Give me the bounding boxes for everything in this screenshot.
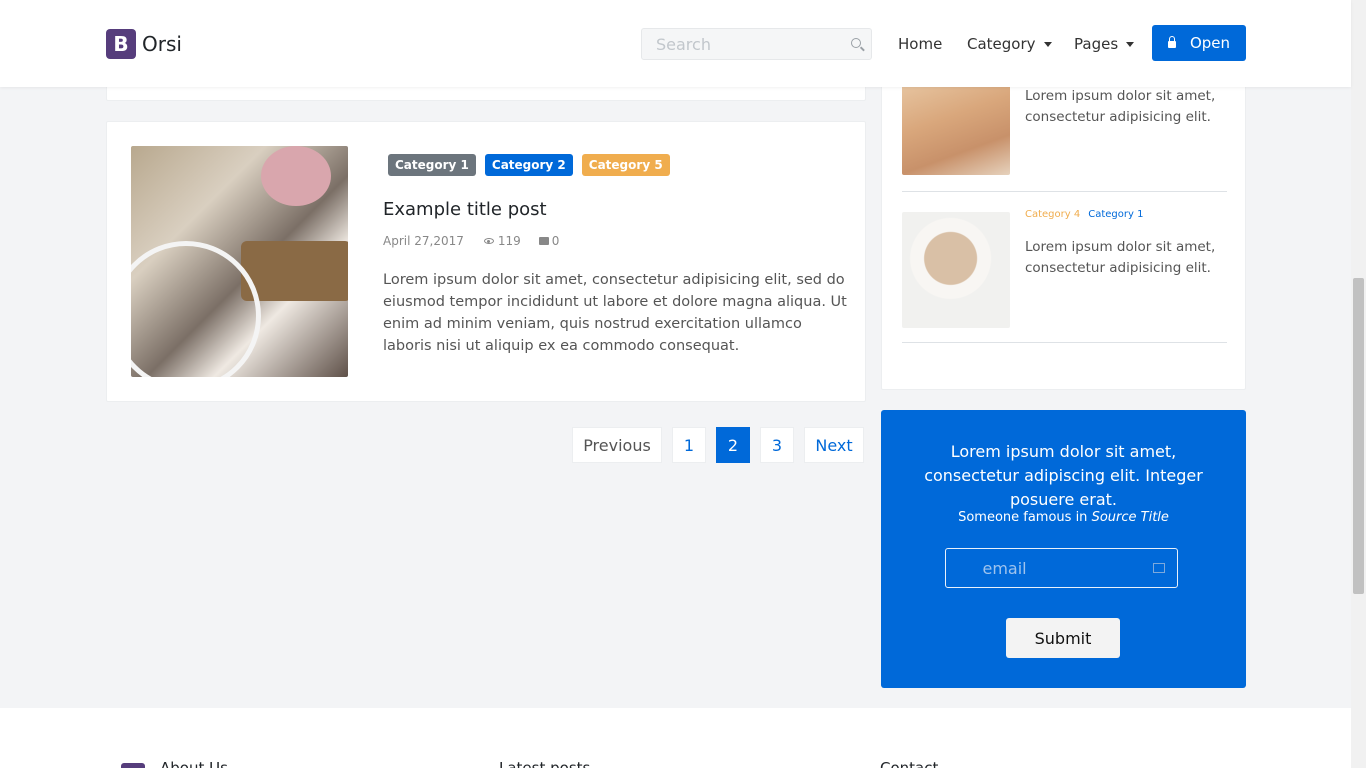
brand[interactable]: B Orsi <box>106 29 182 59</box>
sidebar-post-text[interactable]: Lorem ipsum dolor sit amet, consectetur … <box>1025 237 1230 279</box>
previous-page-button[interactable]: Previous <box>572 427 662 463</box>
pagination: Previous 1 2 3 Next <box>572 427 864 463</box>
sidebar-post-text[interactable]: Lorem ipsum dolor sit amet, consectetur … <box>1025 86 1230 128</box>
sidebar-post-categories: Category 4 Category 1 <box>1025 209 1143 220</box>
post-meta: April 27,2017 119 0 <box>383 234 559 248</box>
brand-logo: B <box>106 29 136 59</box>
quote-text: Lorem ipsum dolor sit amet, consectetur … <box>924 442 1203 509</box>
nav-home[interactable]: Home <box>898 35 942 53</box>
category-badge[interactable]: Category 1 <box>388 154 476 176</box>
hat-shape <box>261 146 331 206</box>
chevron-down-icon <box>1043 42 1052 47</box>
post-excerpt: Lorem ipsum dolor sit amet, consectetur … <box>383 272 847 354</box>
post-card: Category 1 Category 2 Category 5 Example… <box>106 121 866 402</box>
category-link[interactable]: Category 1 <box>1088 209 1143 220</box>
email-field[interactable] <box>966 549 1157 587</box>
email-field-box <box>945 548 1178 588</box>
search-icon[interactable] <box>851 38 861 48</box>
brand-name: Orsi <box>142 32 182 56</box>
footer: About Us Latest posts Contact <box>0 708 1351 768</box>
newsletter-card: Lorem ipsum dolor sit amet, consectetur … <box>881 410 1246 688</box>
nav-pages-label: Pages <box>1074 35 1119 53</box>
page-button-3[interactable]: 3 <box>760 427 794 463</box>
nav-category-label: Category <box>967 35 1036 53</box>
search-input[interactable] <box>642 29 832 59</box>
footer-heading: About Us <box>160 760 228 768</box>
submit-button[interactable]: Submit <box>1006 618 1120 658</box>
search-box <box>641 28 872 60</box>
chevron-down-icon <box>1126 42 1135 47</box>
post-date: April 27,2017 <box>383 234 464 248</box>
comment-count: 0 <box>551 234 560 248</box>
view-count: 119 <box>497 234 521 248</box>
post-image[interactable] <box>131 146 348 377</box>
quote-source: Someone famous in Source Title <box>881 510 1246 525</box>
open-button-label: Open <box>1189 34 1231 52</box>
category-badge[interactable]: Category 5 <box>581 154 670 176</box>
scrollbar-thumb[interactable] <box>1353 278 1364 594</box>
footer-logo <box>121 763 145 768</box>
lock-icon <box>1167 36 1176 48</box>
sidebar-post-image[interactable] <box>902 212 1010 328</box>
open-button[interactable]: Open <box>1152 25 1246 61</box>
category-link[interactable]: Category 4 <box>1025 209 1080 220</box>
post-title[interactable]: Example title post <box>383 199 547 220</box>
scrollbar[interactable] <box>1351 0 1366 768</box>
sidebar-posts-card: Lorem ipsum dolor sit amet, consectetur … <box>881 80 1246 390</box>
envelope-icon <box>1153 563 1165 573</box>
sidebar-post-item[interactable]: Category 4 Category 1 Lorem ipsum dolor … <box>902 191 1227 343</box>
page-button-2[interactable]: 2 <box>716 427 750 463</box>
navbar: B Orsi Home Category Pages Open <box>0 0 1351 87</box>
footer-heading: Latest posts <box>499 760 590 768</box>
category-badge[interactable]: Category 2 <box>484 154 573 176</box>
next-page-button[interactable]: Next <box>804 427 864 463</box>
comment-icon <box>538 237 549 245</box>
nav-pages[interactable]: Pages <box>1074 35 1135 53</box>
sidebar-post-image[interactable] <box>902 80 1010 175</box>
page-button-1[interactable]: 1 <box>672 427 706 463</box>
quote-source-prefix: Someone famous in <box>958 510 1088 525</box>
nav-category[interactable]: Category <box>967 35 1052 53</box>
eye-icon <box>483 238 494 244</box>
quote-source-title: Source Title <box>1091 510 1169 525</box>
post-categories: Category 1 Category 2 Category 5 <box>388 154 670 176</box>
footer-heading: Contact <box>880 760 938 768</box>
